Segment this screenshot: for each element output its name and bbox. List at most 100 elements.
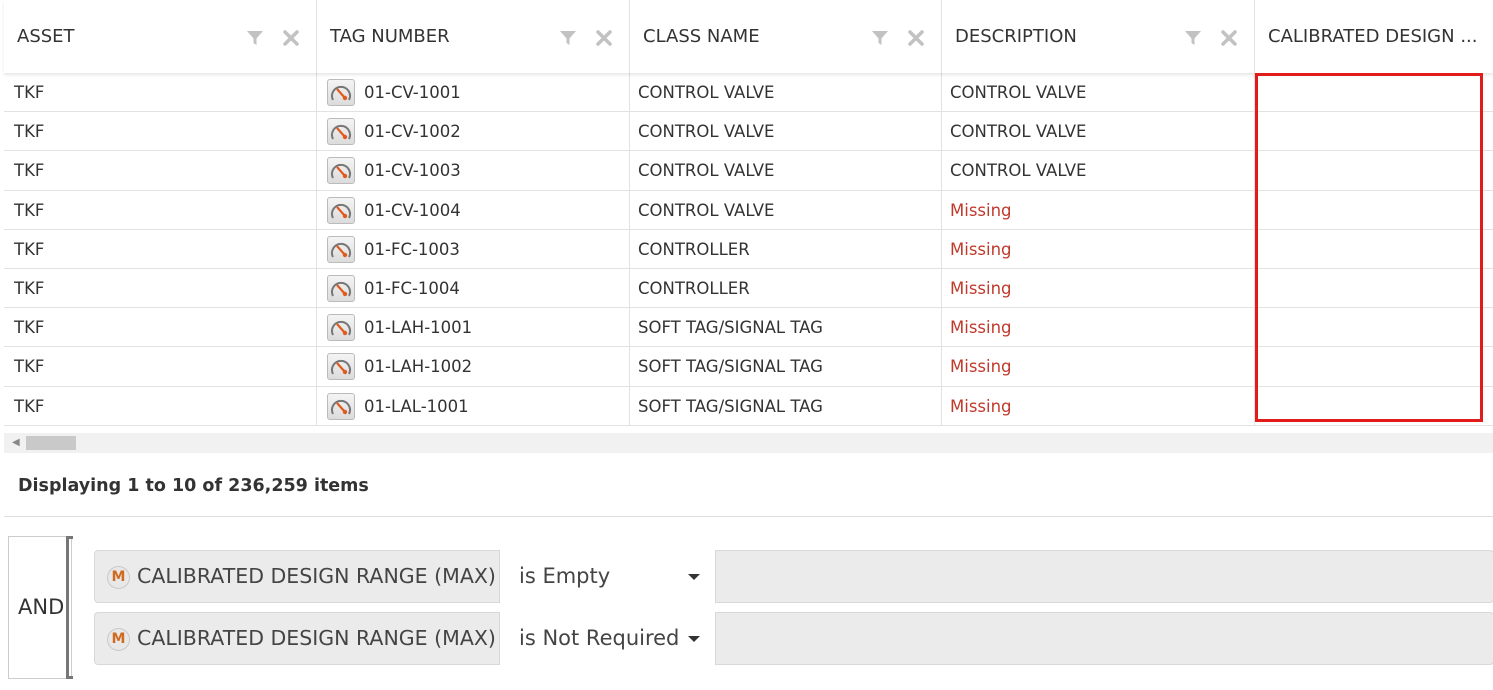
- cell-text: 01-CV-1003: [364, 161, 461, 181]
- cell-description: CONTROL VALVE: [942, 112, 1255, 151]
- cell-text: CONTROL VALVE: [950, 83, 1087, 102]
- cell-class: CONTROL VALVE: [630, 151, 942, 190]
- logic-bracket: [66, 536, 74, 679]
- cell-tag: 01-FC-1004: [317, 269, 630, 308]
- cell-class: CONTROL VALVE: [630, 190, 942, 229]
- filter-condition[interactable]: M CALIBRATED DESIGN RANGE (MAX) is Empty: [94, 550, 1493, 603]
- cell-text: CONTROL VALVE: [638, 200, 775, 220]
- filter-field-label: CALIBRATED DESIGN RANGE (MAX): [137, 564, 496, 588]
- funnel-icon[interactable]: [558, 28, 578, 48]
- cell-asset: TKF: [4, 386, 317, 425]
- gauge-icon[interactable]: [327, 314, 355, 342]
- cell-class: CONTROLLER: [630, 229, 942, 268]
- property-badge-icon: M: [107, 628, 130, 651]
- close-icon[interactable]: [1219, 28, 1239, 48]
- column-header-label: CALIBRATED DESIGN ...: [1268, 26, 1478, 47]
- cell-tag: 01-CV-1004: [317, 190, 630, 229]
- property-badge-icon: M: [107, 566, 130, 589]
- gauge-icon[interactable]: [327, 275, 355, 302]
- gauge-icon[interactable]: [327, 196, 355, 224]
- cell-asset: TKF: [4, 229, 317, 268]
- cell-text: 01-CV-1002: [364, 122, 461, 142]
- column-header[interactable]: CALIBRATED DESIGN ...: [1255, 0, 1493, 73]
- cell-asset: TKF: [4, 73, 317, 112]
- column-header-label: CLASS NAME: [643, 26, 760, 47]
- cell-text: 01-CV-1004: [364, 200, 461, 220]
- cell-text: 01-FC-1004: [364, 279, 460, 298]
- gauge-icon[interactable]: [327, 118, 355, 146]
- highlight-box: [1255, 73, 1483, 422]
- cell-asset: TKF: [4, 112, 317, 151]
- cell-class: SOFT TAG/SIGNAL TAG: [630, 308, 942, 347]
- gauge-icon[interactable]: [327, 392, 355, 420]
- cell-description: Missing: [942, 190, 1255, 229]
- cell-text: TKF: [14, 200, 45, 220]
- cell-tag: 01-LAH-1001: [317, 308, 630, 347]
- cell-text: CONTROL VALVE: [638, 161, 775, 181]
- logic-operator-box[interactable]: AND: [8, 536, 72, 679]
- paging-info: Displaying 1 to 10 of 236,259 items: [18, 476, 369, 496]
- close-icon[interactable]: [594, 28, 614, 48]
- funnel-icon[interactable]: [1183, 28, 1203, 48]
- horizontal-scrollbar[interactable]: ◀: [4, 433, 1493, 453]
- column-header[interactable]: TAG NUMBER: [317, 0, 630, 73]
- cell-description: CONTROL VALVE: [942, 151, 1255, 190]
- cell-text: Missing: [950, 318, 1012, 338]
- cell-text: 01-LAH-1002: [364, 357, 473, 377]
- column-header-label: ASSET: [17, 26, 75, 47]
- funnel-icon[interactable]: [245, 28, 265, 48]
- cell-tag: 01-CV-1001: [317, 73, 630, 112]
- cell-text: TKF: [14, 279, 45, 298]
- cell-description: CONTROL VALVE: [942, 73, 1255, 112]
- caret-down-icon[interactable]: [688, 636, 700, 642]
- cell-description: Missing: [942, 386, 1255, 425]
- funnel-icon[interactable]: [870, 28, 890, 48]
- cell-description: Missing: [942, 308, 1255, 347]
- cell-text: CONTROL VALVE: [638, 83, 775, 102]
- column-header[interactable]: DESCRIPTION: [942, 0, 1255, 73]
- cell-text: Missing: [950, 279, 1012, 298]
- cell-text: TKF: [14, 83, 45, 102]
- cell-class: CONTROL VALVE: [630, 73, 942, 112]
- cell-asset: TKF: [4, 151, 317, 190]
- cell-tag: 01-CV-1002: [317, 112, 630, 151]
- cell-text: SOFT TAG/SIGNAL TAG: [638, 396, 823, 416]
- cell-asset: TKF: [4, 269, 317, 308]
- grid-header: ASSET TAG NUMBER CLASS NAME DESCRIPTION CALI…: [4, 0, 1493, 73]
- divider: [4, 516, 1493, 517]
- cell-text: 01-LAH-1001: [364, 318, 473, 338]
- cell-text: TKF: [14, 357, 45, 377]
- close-icon[interactable]: [281, 28, 301, 48]
- cell-text: 01-CV-1001: [364, 83, 461, 102]
- cell-text: Missing: [950, 239, 1012, 259]
- operator-value: is Not Required: [519, 626, 680, 650]
- cell-asset: TKF: [4, 308, 317, 347]
- cell-text: CONTROL VALVE: [950, 161, 1087, 181]
- logic-operator-label: AND: [18, 595, 65, 619]
- operator-value: is Empty: [519, 564, 611, 588]
- column-header[interactable]: CLASS NAME: [630, 0, 942, 73]
- cell-text: SOFT TAG/SIGNAL TAG: [638, 357, 823, 377]
- gauge-icon[interactable]: [327, 157, 355, 185]
- cell-description: Missing: [942, 347, 1255, 386]
- cell-class: SOFT TAG/SIGNAL TAG: [630, 347, 942, 386]
- cell-text: 01-LAL-1001: [364, 396, 469, 416]
- cell-text: CONTROLLER: [638, 239, 750, 259]
- cell-tag: 01-LAH-1002: [317, 347, 630, 386]
- scrollbar-thumb[interactable]: [26, 436, 76, 450]
- caret-down-icon[interactable]: [688, 574, 700, 580]
- cell-text: CONTROL VALVE: [950, 122, 1087, 142]
- column-header[interactable]: ASSET: [4, 0, 317, 73]
- gauge-icon[interactable]: [327, 235, 355, 263]
- filter-field-label: CALIBRATED DESIGN RANGE (MAX): [137, 626, 496, 650]
- cell-text: CONTROLLER: [638, 279, 750, 298]
- cell-tag: 01-LAL-1001: [317, 386, 630, 425]
- operator-dropdown[interactable]: is Empty: [499, 550, 716, 603]
- cell-description: Missing: [942, 269, 1255, 308]
- gauge-icon[interactable]: [327, 79, 355, 106]
- gauge-icon[interactable]: [327, 353, 355, 381]
- close-icon[interactable]: [906, 28, 926, 48]
- operator-dropdown[interactable]: is Not Required: [499, 612, 716, 665]
- filter-condition[interactable]: M CALIBRATED DESIGN RANGE (MAX) is Not Req…: [94, 612, 1493, 665]
- arrow-left-icon[interactable]: ◀: [12, 437, 20, 448]
